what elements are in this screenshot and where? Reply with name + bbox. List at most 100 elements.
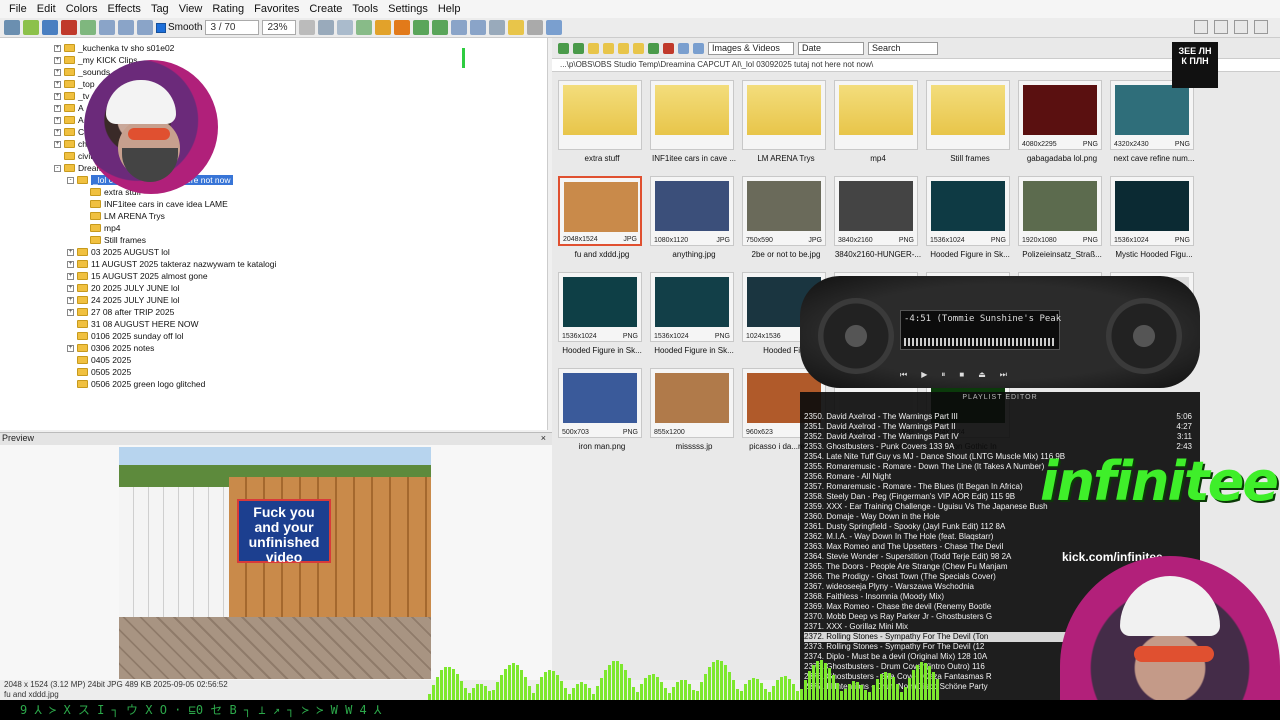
brightness-icon[interactable] — [375, 20, 392, 35]
minimize-icon[interactable] — [1214, 20, 1228, 34]
tree-expander-icon[interactable]: + — [54, 116, 61, 124]
fit-icon[interactable] — [137, 20, 153, 35]
tree-item[interactable]: + A — [54, 102, 84, 114]
list-view-icon[interactable] — [693, 42, 704, 54]
new-folder-icon[interactable] — [603, 42, 614, 54]
tree-item[interactable]: +03 2025 AUGUST lol — [67, 246, 170, 258]
hand-tool-icon[interactable] — [299, 20, 316, 35]
menu-colors[interactable]: Colors — [61, 3, 103, 15]
tree-expander-icon[interactable]: + — [54, 92, 61, 100]
menu-help[interactable]: Help — [433, 3, 466, 15]
tree-item[interactable]: 0405 2025 — [67, 354, 131, 366]
screen-icon[interactable] — [546, 20, 563, 35]
menu-tag[interactable]: Tag — [146, 3, 174, 15]
tree-item[interactable]: +20 2025 JULY JUNE lol — [67, 282, 180, 294]
thumbnail-tile[interactable]: 1536x1024 PNG Hooded Figure in Sk... — [648, 270, 736, 362]
crop-icon[interactable] — [318, 20, 335, 35]
menu-effects[interactable]: Effects — [103, 3, 146, 15]
tree-expander-icon[interactable]: + — [54, 104, 61, 112]
tree-expander-icon[interactable]: + — [67, 260, 74, 268]
tree-item[interactable]: +15 AUGUST 2025 almost gone — [67, 270, 208, 282]
menu-file[interactable]: File — [4, 3, 32, 15]
thumbnail-tile[interactable]: 2048x1524 JPG fu and xddd.jpg — [556, 174, 644, 266]
tree-expander-icon[interactable]: + — [67, 296, 74, 304]
prev-track-icon[interactable]: ⏮ — [900, 370, 907, 380]
refresh-icon[interactable] — [648, 42, 659, 54]
open-folder-icon[interactable] — [508, 20, 525, 35]
compare-icon[interactable] — [451, 20, 468, 35]
thumbnail-tile[interactable]: 1536x1024 PNG Hooded Figure in Sk... — [556, 270, 644, 362]
tree-expander-icon[interactable]: + — [67, 344, 74, 352]
thumbnail-tile[interactable]: Still frames — [924, 78, 1012, 170]
menu-edit[interactable]: Edit — [32, 3, 61, 15]
tree-item[interactable]: 0505 2025 — [67, 366, 131, 378]
thumbs-view-icon[interactable] — [678, 42, 689, 54]
tree-expander-icon[interactable]: + — [67, 248, 74, 256]
tree-expander-icon[interactable]: + — [67, 308, 74, 316]
playlist-item[interactable]: 2350. David Axelrod - The Warnings Part … — [804, 412, 1194, 422]
address-bar[interactable]: ...\p\OBS\OBS Studio Temp\Dreamina CAPCU… — [552, 58, 1280, 72]
prev-icon[interactable] — [413, 20, 430, 35]
menu-rating[interactable]: Rating — [207, 3, 249, 15]
thumbnail-tile[interactable]: 500x703 PNG iron man.png — [556, 366, 644, 458]
effects-icon[interactable] — [394, 20, 411, 35]
folder-icon[interactable] — [23, 20, 39, 35]
tree-item[interactable]: INF1itee cars in cave idea LAME — [80, 198, 228, 210]
view-mode-icon[interactable] — [1194, 20, 1208, 34]
rotate-icon[interactable] — [356, 20, 373, 35]
save-icon[interactable] — [42, 20, 58, 35]
thumbnail-tile[interactable]: 855x1200 misssss.jp — [648, 366, 736, 458]
tree-item[interactable]: +24 2025 JULY JUNE lol — [67, 294, 180, 306]
tree-item[interactable]: +11 AUGUST 2025 takteraz nazwywam te kat… — [67, 258, 276, 270]
pause-icon[interactable]: ⏸ — [941, 370, 945, 380]
tree-item[interactable]: 31 08 AUGUST HERE NOW — [67, 318, 199, 330]
tree-expander-icon[interactable]: + — [67, 272, 74, 280]
thumbnail-tile[interactable]: 4080x2295 PNG gabagadaba lol.png — [1016, 78, 1104, 170]
next-icon[interactable] — [432, 20, 449, 35]
thumbnail-tile[interactable]: LM ARENA Trys — [740, 78, 828, 170]
open-icon[interactable] — [4, 20, 20, 35]
back-icon[interactable] — [558, 42, 569, 54]
up-folder-icon[interactable] — [588, 42, 599, 54]
tree-item[interactable]: + _tv — [54, 90, 89, 102]
tree-expander-icon[interactable]: - — [67, 176, 74, 184]
menu-favorites[interactable]: Favorites — [249, 3, 304, 15]
thumbnail-tile[interactable]: 3840x2160 PNG 3840x2160-HUNGER-... — [832, 174, 921, 266]
close-preview-icon[interactable]: × — [541, 433, 546, 443]
tree-item[interactable]: + _sounds — [54, 66, 110, 78]
tree-item[interactable]: +27 08 after TRIP 2025 — [67, 306, 174, 318]
tree-expander-icon[interactable]: - — [54, 164, 61, 172]
tree-item[interactable]: + _kuchenka tv sho s01e02 — [54, 42, 174, 54]
menu-create[interactable]: Create — [304, 3, 347, 15]
zoom-field[interactable]: 23% — [262, 20, 297, 35]
delete-file-icon[interactable] — [663, 42, 674, 54]
tree-item[interactable]: + A — [54, 114, 84, 126]
tree-item[interactable]: 0506 2025 green logo glitched — [67, 378, 205, 390]
play-icon[interactable]: ▶ — [921, 370, 927, 380]
eject-icon[interactable]: ⏏ — [978, 370, 986, 380]
slideshow-icon[interactable] — [80, 20, 96, 35]
thumbnail-tile[interactable]: extra stuff — [556, 78, 644, 170]
tree-item[interactable]: Still frames — [80, 234, 146, 246]
tree-expander-icon[interactable]: + — [54, 128, 61, 136]
tree-item[interactable]: +0306 2025 notes — [67, 342, 154, 354]
playlist-item[interactable]: 2351. David Axelrod - The Warnings Part … — [804, 422, 1194, 432]
info-icon[interactable] — [470, 20, 487, 35]
tree-expander-icon[interactable]: + — [54, 68, 61, 76]
forward-icon[interactable] — [573, 42, 584, 54]
zoom-in-icon[interactable] — [99, 20, 115, 35]
resize-icon[interactable] — [337, 20, 354, 35]
smooth-checkbox[interactable]: Smooth — [156, 22, 202, 33]
copy-icon[interactable] — [618, 42, 629, 54]
thumbnail-tile[interactable]: 4320x2430 PNG next cave refine num... — [1108, 78, 1196, 170]
search-input[interactable]: Search — [868, 41, 938, 55]
thumbnail-tile[interactable]: 750x590 JPG 2be or not to be.jpg — [740, 174, 828, 266]
tree-item[interactable]: mp4 — [80, 222, 121, 234]
tree-item[interactable]: + _top — [54, 78, 95, 90]
folder-tree[interactable]: + _kuchenka tv sho s01e02 + _my KICK Clips +… — [0, 38, 548, 430]
tree-item[interactable]: LM ARENA Trys — [80, 210, 165, 222]
tree-item[interactable]: 0106 2025 sunday off lol — [67, 330, 183, 342]
menu-settings[interactable]: Settings — [383, 3, 433, 15]
maximize-icon[interactable] — [1234, 20, 1248, 34]
tree-expander-icon[interactable]: + — [54, 80, 61, 88]
